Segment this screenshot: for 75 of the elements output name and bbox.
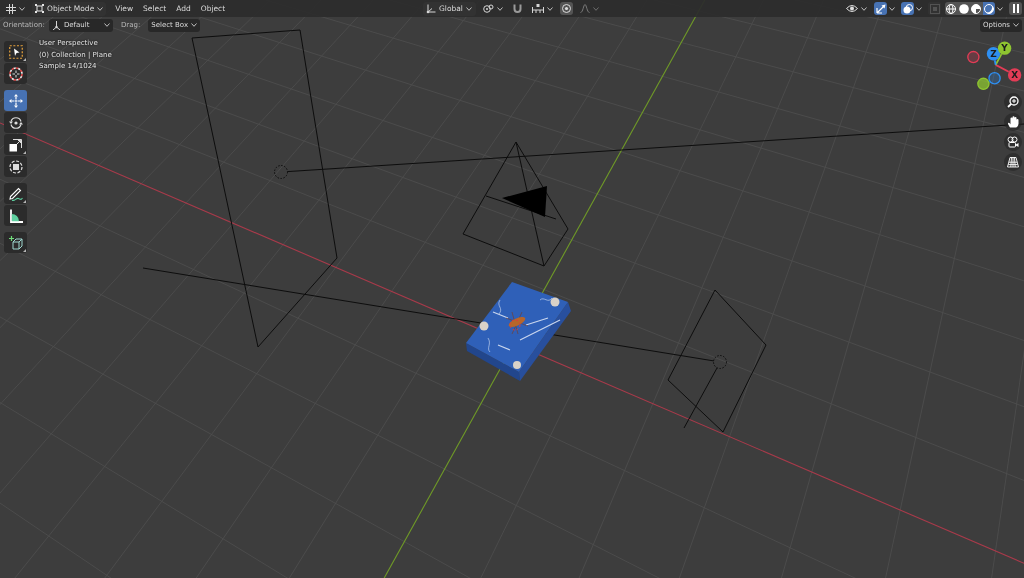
select-box-tool[interactable]: [4, 41, 27, 62]
zoom-icon: [1007, 96, 1019, 108]
filled-triangle: [502, 186, 547, 217]
camera-view-button[interactable]: [1004, 133, 1022, 151]
zoom-button[interactable]: [1004, 93, 1022, 111]
caret-icon: [19, 6, 25, 11]
proportional-editing-toggle[interactable]: [559, 2, 573, 15]
annotate-tool[interactable]: [4, 183, 27, 204]
eye-icon: [846, 4, 858, 13]
grid-icon: [6, 3, 16, 14]
camera-icon: [1007, 136, 1019, 148]
shaded-sphere-icon: [983, 3, 994, 14]
caret-icon: [465, 6, 472, 11]
move-tool[interactable]: [4, 90, 27, 111]
crosshair-ring-icon: [8, 66, 23, 81]
caret-icon: [191, 23, 198, 27]
perspective-button[interactable]: [1004, 153, 1022, 171]
rotate-tool[interactable]: [4, 112, 27, 133]
cursor-ring-icon: [509, 319, 521, 331]
squares-icon: [929, 3, 940, 14]
move-arrows-icon: [8, 93, 23, 108]
negative-y-axis-ball[interactable]: [977, 77, 990, 91]
curve-icon: [579, 4, 590, 13]
wireframe-sphere-icon: [946, 3, 957, 14]
caret-icon: [861, 6, 867, 11]
x-axis-ball[interactable]: X: [1007, 68, 1022, 82]
gizmo-toggle[interactable]: [874, 2, 887, 15]
xray-toggle[interactable]: [928, 2, 941, 15]
rotate-icon: [8, 115, 23, 130]
solid-sphere-icon: [958, 3, 969, 14]
diagonal-arrow-icon: [875, 3, 886, 14]
transform-tool[interactable]: [4, 156, 27, 177]
material-shading-button[interactable]: [970, 2, 983, 15]
scale-tool[interactable]: [4, 134, 27, 155]
hand-icon: [1007, 116, 1019, 128]
guide-line: [683, 367, 718, 429]
negative-z-axis-ball[interactable]: [988, 72, 1001, 85]
dashed-circle-icon: [713, 355, 727, 369]
negative-x-axis-ball[interactable]: [967, 50, 980, 64]
caret-icon: [97, 6, 104, 11]
caret-icon: [496, 6, 503, 11]
overlapping-circles-icon: [902, 3, 913, 14]
axes-icon: [51, 20, 61, 30]
perspective-grid-icon: [1007, 156, 1019, 168]
caret-icon: [916, 6, 922, 11]
scale-icon: [8, 137, 23, 152]
pause-icon: [1012, 4, 1019, 13]
ruler-icon: [8, 208, 23, 223]
pencil-icon: [8, 186, 23, 201]
pan-button[interactable]: [1004, 113, 1022, 131]
z-axis-ball[interactable]: Z: [986, 47, 1001, 61]
caret-icon: [889, 6, 895, 11]
half-sphere-icon: [971, 3, 982, 14]
ruler-ticks-icon: [531, 4, 544, 13]
cube-icon: [8, 235, 23, 250]
magnet-icon: [512, 3, 522, 14]
linked-rings-icon: [482, 3, 494, 14]
axes-icon: [426, 3, 437, 14]
measure-tool[interactable]: [4, 205, 27, 226]
cursor-tool[interactable]: [4, 63, 27, 84]
pause-button[interactable]: [1009, 2, 1022, 15]
editor-type-button[interactable]: [3, 1, 28, 16]
overlay-toggle[interactable]: [901, 2, 914, 15]
caret-icon: [1013, 23, 1019, 27]
caret-icon: [546, 6, 553, 11]
caret-icon: [103, 23, 110, 27]
dashed-circle-icon: [274, 165, 288, 179]
transform-icon: [8, 159, 23, 174]
caret-icon: [592, 6, 599, 11]
select-box-icon: [8, 44, 23, 59]
caret-icon: [997, 6, 1003, 11]
add-cube-tool[interactable]: [4, 232, 27, 253]
target-icon: [561, 4, 571, 13]
wireframe-shading-button[interactable]: [945, 2, 958, 15]
y-axis-ball[interactable]: Y: [997, 41, 1012, 55]
